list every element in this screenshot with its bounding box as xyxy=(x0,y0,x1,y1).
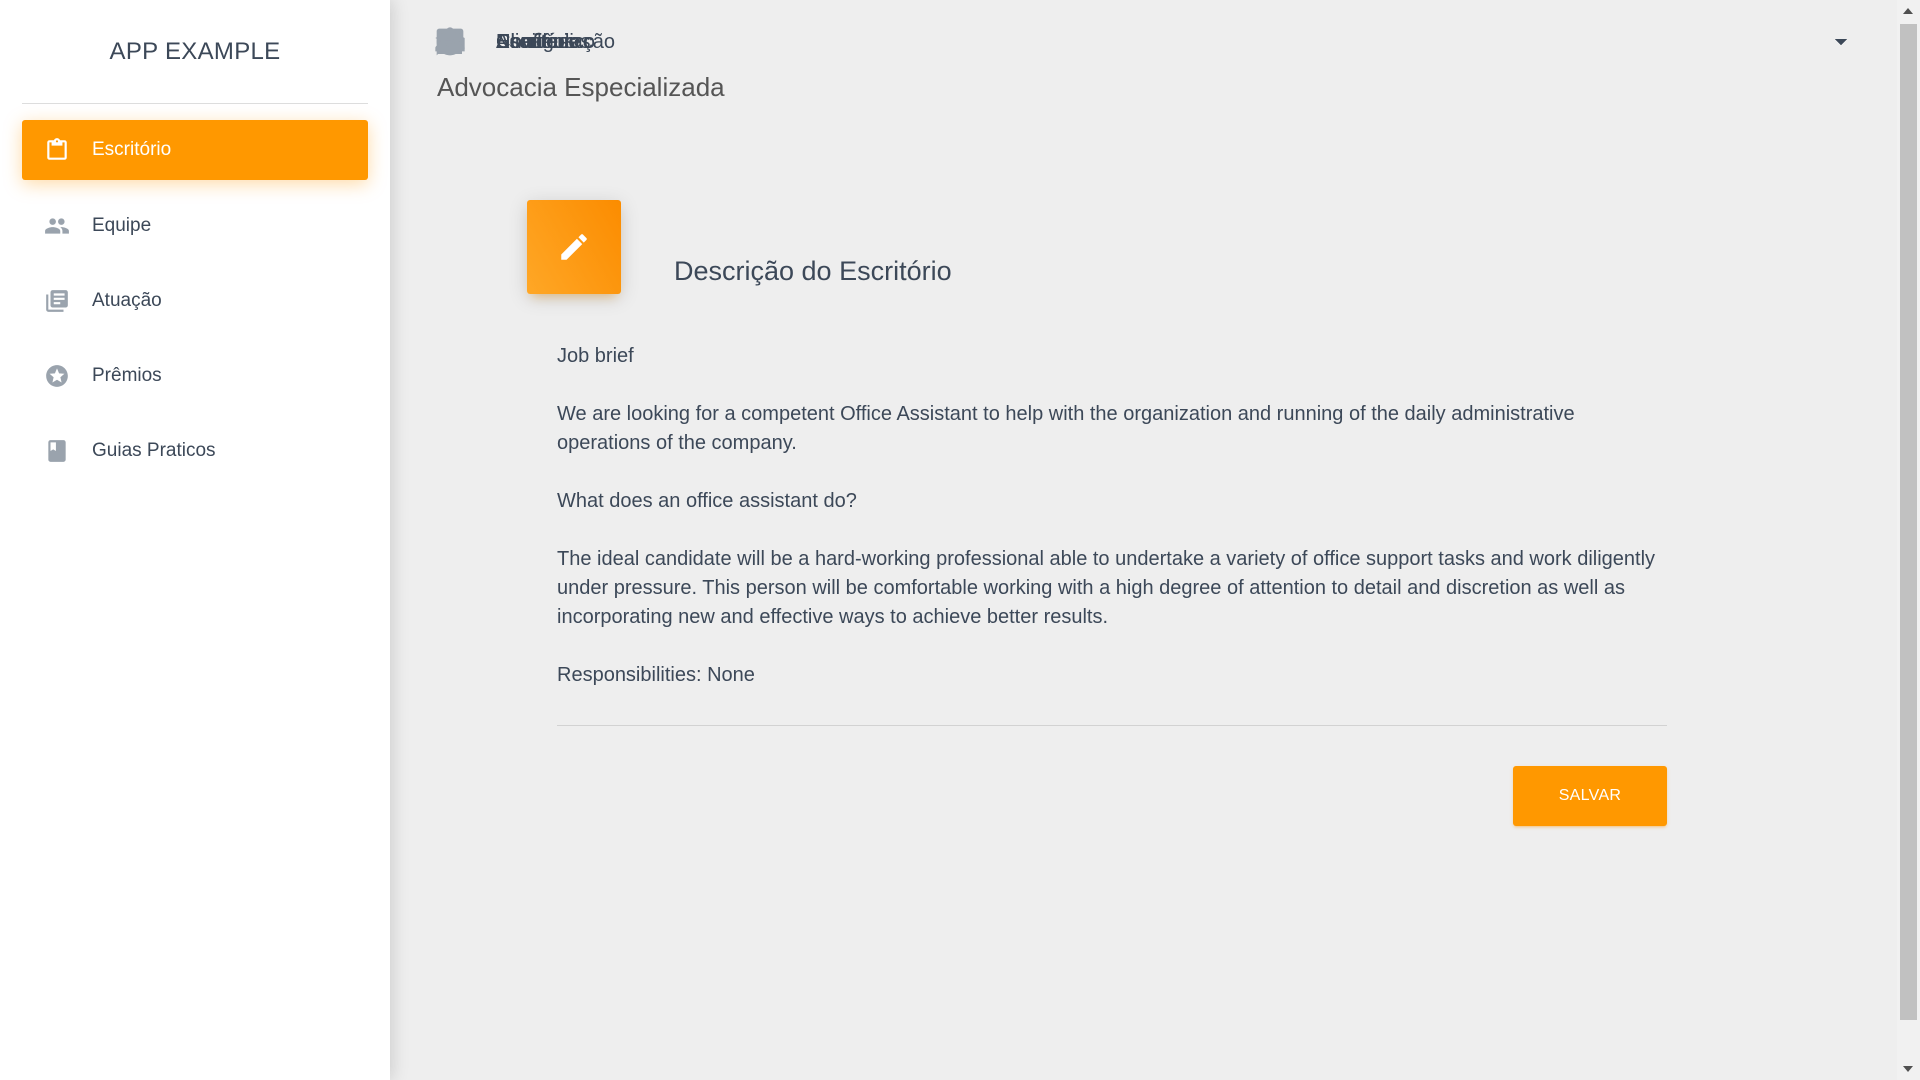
sidebar-item-label: Prêmios xyxy=(92,364,162,386)
paragraph: We are looking for a competent Office As… xyxy=(557,403,1575,454)
chevron-down-icon xyxy=(1835,39,1847,45)
gear-icon xyxy=(434,26,466,58)
book-icon xyxy=(44,438,70,464)
paragraph: Job brief xyxy=(557,345,634,367)
scroll-thumb[interactable] xyxy=(1900,24,1917,1020)
people-icon xyxy=(44,213,70,239)
scroll-down-icon[interactable] xyxy=(1903,1066,1913,1072)
sidebar-item-label: Configuração xyxy=(496,30,615,53)
main-content: Advocacia Especializada Descrição do Esc… xyxy=(390,0,1897,1080)
divider xyxy=(557,725,1667,726)
sidebar-item-atuacao[interactable]: Atuação xyxy=(0,263,368,338)
library-books-icon xyxy=(44,288,70,314)
save-button[interactable]: SALVAR xyxy=(1513,766,1667,826)
sidebar-item-equipe[interactable]: Equipe xyxy=(0,188,368,263)
sidebar-nav: Novidades Acadêmico Escritório Escritóri… xyxy=(0,27,1847,488)
scroll-up-icon[interactable] xyxy=(1903,8,1913,14)
sidebar-item-premios[interactable]: Prêmios xyxy=(0,338,368,413)
sidebar-item-escritorio[interactable]: Escritório xyxy=(22,120,368,180)
sidebar-item-label: Equipe xyxy=(92,214,152,236)
sidebar-item-configuracao[interactable]: Configuração xyxy=(390,0,1897,84)
description-text[interactable]: Job brief We are looking for a competent… xyxy=(557,342,1667,719)
sidebar-item-label: Atuação xyxy=(92,289,162,311)
card-title: Descrição do Escritório xyxy=(674,256,952,286)
paragraph: The ideal candidate will be a hard-worki… xyxy=(557,548,1656,628)
vertical-scrollbar[interactable] xyxy=(1897,0,1920,1080)
stars-icon xyxy=(44,363,70,389)
paragraph: Responsibilities: None xyxy=(557,664,755,686)
paragraph: What does an office assistant do? xyxy=(557,490,857,512)
sidebar-item-guias-praticos[interactable]: Guias Praticos xyxy=(0,413,368,488)
clipboard-icon xyxy=(44,137,70,163)
sidebar: APP EXAMPLE Novidades Acadêmico Escritór… xyxy=(0,0,1847,1080)
sidebar-item-label: Escritório xyxy=(92,139,172,160)
sidebar-item-label: Guias Praticos xyxy=(92,439,216,461)
pencil-icon xyxy=(527,200,621,294)
app-title[interactable]: APP EXAMPLE xyxy=(22,0,368,104)
